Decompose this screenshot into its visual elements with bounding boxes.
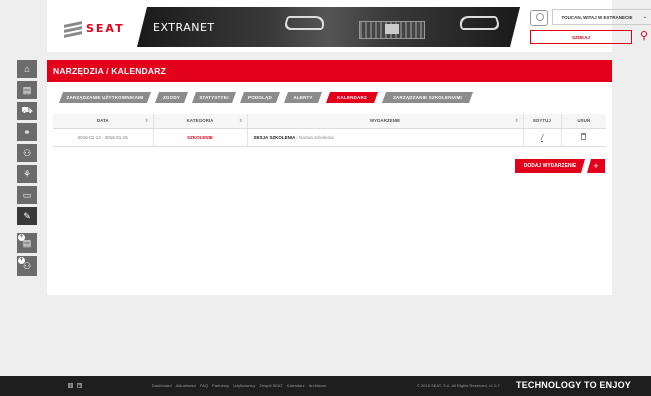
event-date: 2016-01-14 - 2016-01-15 xyxy=(53,128,153,147)
tab-alerts[interactable]: ALERTY xyxy=(284,92,322,103)
column-header-category[interactable]: KATEGORIA ⇕ xyxy=(152,114,247,129)
search-input[interactable]: SZUKAJ xyxy=(530,30,632,44)
footer-link-partners[interactable]: Partnerzy xyxy=(212,383,229,388)
header: SEAT EXTRANET TOUCAN, WITAJ W EXTRANECIE… xyxy=(47,0,651,52)
car-front-image xyxy=(277,11,507,45)
sidebar-item-add-document[interactable]: + ▤ xyxy=(17,233,37,253)
chevron-down-icon: ⌄ xyxy=(642,14,647,20)
car-icon: ⛟ xyxy=(21,105,33,115)
home-icon: ⌂ xyxy=(24,64,30,74)
footer-link-faq[interactable]: FAQ xyxy=(200,383,208,388)
user-avatar-icon[interactable] xyxy=(530,10,548,26)
social-links: f ▶ xyxy=(68,383,82,388)
tab-statistics[interactable]: STATYSTYKI xyxy=(192,92,236,103)
tab-consents[interactable]: ZGODY xyxy=(155,92,188,103)
sort-icon: ⇕ xyxy=(514,118,519,123)
news-icon: ▤ xyxy=(22,84,32,95)
trash-icon[interactable] xyxy=(581,133,587,140)
tab-preview[interactable]: PODGLĄD xyxy=(240,92,280,103)
footer-link-dashboard[interactable]: Dashboard xyxy=(152,383,172,388)
footer-link-team[interactable]: Zespół SEAT xyxy=(259,383,282,388)
tab-bar: ZARZĄDZANIE UŻYTKOWNIKAMI ZGODY STATYSTY… xyxy=(59,92,477,103)
copyright: © 2015 SEAT, S.A. All Rights Reserved, v… xyxy=(417,383,500,388)
sidebar-item-partners[interactable]: ⚭ xyxy=(17,123,37,141)
table-row: 2016-01-14 - 2016-01-15 SZKOLENIE SESJA … xyxy=(53,128,606,147)
seat-logo[interactable]: SEAT xyxy=(64,20,125,38)
event-subtitle: Nazwa Szkolenia xyxy=(299,134,334,140)
sidebar: ⌂ ▤ ⛟ ⚭ ⚇ ⚘ ▭ ✎ + ▤ + ⚇ xyxy=(17,60,37,279)
tools-icon: ✎ xyxy=(23,210,31,221)
headlight-left xyxy=(283,16,328,30)
facebook-icon[interactable]: f xyxy=(68,383,73,388)
column-header-edit: EDYTUJ xyxy=(522,114,561,129)
column-header-delete: USUŃ xyxy=(560,114,606,129)
main-panel: NARZĘDZIA / KALENDARZ ZARZĄDZANIE UŻYTKO… xyxy=(47,60,612,295)
seat-wordmark: SEAT xyxy=(86,22,125,35)
delete-cell xyxy=(560,128,606,147)
add-event-label: DODAJ WYDARZENIE xyxy=(515,159,585,173)
sidebar-item-cars[interactable]: ⛟ xyxy=(17,102,37,120)
add-event-button[interactable]: DODAJ WYDARZENIE + xyxy=(515,159,605,173)
table-header-row: DATA ⇕ KATEGORIA ⇕ WYDARZENIE ⇕ EDYTUJ USUŃ xyxy=(53,114,606,129)
sidebar-item-users[interactable]: ⚇ xyxy=(17,144,37,162)
search-placeholder: SZUKAJ xyxy=(571,34,590,40)
sort-icon: ⇕ xyxy=(238,118,243,123)
headlight-right xyxy=(457,16,502,30)
sidebar-item-team[interactable]: ⚘ xyxy=(17,165,37,183)
event-category: SZKOLENIE xyxy=(152,128,247,147)
slogan: TECHNOLOGY TO ENJOY xyxy=(516,380,631,390)
user-menu-label: TOUCAN, WITAJ W EXTRANECIE xyxy=(561,14,633,20)
footer: f ▶ Dashboard Aktualności FAQ Partnerzy … xyxy=(0,376,651,396)
plus-badge-icon: + xyxy=(18,234,25,241)
seat-logo-mark xyxy=(64,20,82,38)
page-title: NARZĘDZIA / KALENDARZ xyxy=(47,60,612,82)
youtube-icon[interactable]: ▶ xyxy=(77,383,82,388)
sidebar-item-tools[interactable]: ✎ xyxy=(17,207,37,225)
sidebar-item-news[interactable]: ▤ xyxy=(17,81,37,99)
plus-badge-icon: + xyxy=(18,257,25,264)
plus-icon: + xyxy=(587,159,605,173)
org-chart-icon: ⚘ xyxy=(22,168,32,179)
event-cell: SESJA SZKOLENIA / Nazwa Szkolenia xyxy=(246,128,523,147)
sidebar-item-archive[interactable]: ▭ xyxy=(17,186,37,204)
header-banner: EXTRANET xyxy=(137,7,520,47)
edit-cell: / xyxy=(522,128,561,147)
events-table: DATA ⇕ KATEGORIA ⇕ WYDARZENIE ⇕ EDYTUJ USUŃ… xyxy=(53,114,606,147)
footer-nav: Dashboard Aktualności FAQ Partnerzy Użyt… xyxy=(152,383,326,388)
people-icon: ⚇ xyxy=(22,147,32,158)
column-header-event[interactable]: WYDARZENIE ⇕ xyxy=(246,114,523,129)
user-menu-select[interactable]: TOUCAN, WITAJ W EXTRANECIE ⌄ xyxy=(552,9,651,25)
sidebar-item-home[interactable]: ⌂ xyxy=(17,60,37,78)
handshake-icon: ⚭ xyxy=(23,126,31,137)
archive-icon: ▭ xyxy=(22,189,32,200)
footer-link-calendar[interactable]: Kalendarz xyxy=(287,383,305,388)
event-separator: / xyxy=(296,134,298,140)
footer-link-archive[interactable]: Archiwum xyxy=(309,383,327,388)
tab-training-management[interactable]: ZARZĄDZANIE SZKOLENIAMI xyxy=(382,92,473,103)
car-badge xyxy=(385,24,399,34)
tab-calendar[interactable]: KALENDARZ xyxy=(326,92,378,103)
footer-link-news[interactable]: Aktualności xyxy=(176,383,196,388)
event-title: SESJA SZKOLENIA xyxy=(253,134,296,140)
edit-pencil-icon[interactable]: / xyxy=(541,133,543,142)
search-icon[interactable]: ⚲ xyxy=(636,30,651,44)
user-area: TOUCAN, WITAJ W EXTRANECIE ⌄ SZUKAJ ⚲ xyxy=(530,9,651,45)
tab-user-management[interactable]: ZARZĄDZANIE UŻYTKOWNIKAMI xyxy=(59,92,151,103)
sort-icon: ⇕ xyxy=(144,118,149,123)
sidebar-item-add-user[interactable]: + ⚇ xyxy=(17,256,37,276)
app-title: EXTRANET xyxy=(153,21,215,34)
footer-link-users[interactable]: Użytkownicy xyxy=(233,383,255,388)
column-header-date[interactable]: DATA ⇕ xyxy=(53,114,153,129)
